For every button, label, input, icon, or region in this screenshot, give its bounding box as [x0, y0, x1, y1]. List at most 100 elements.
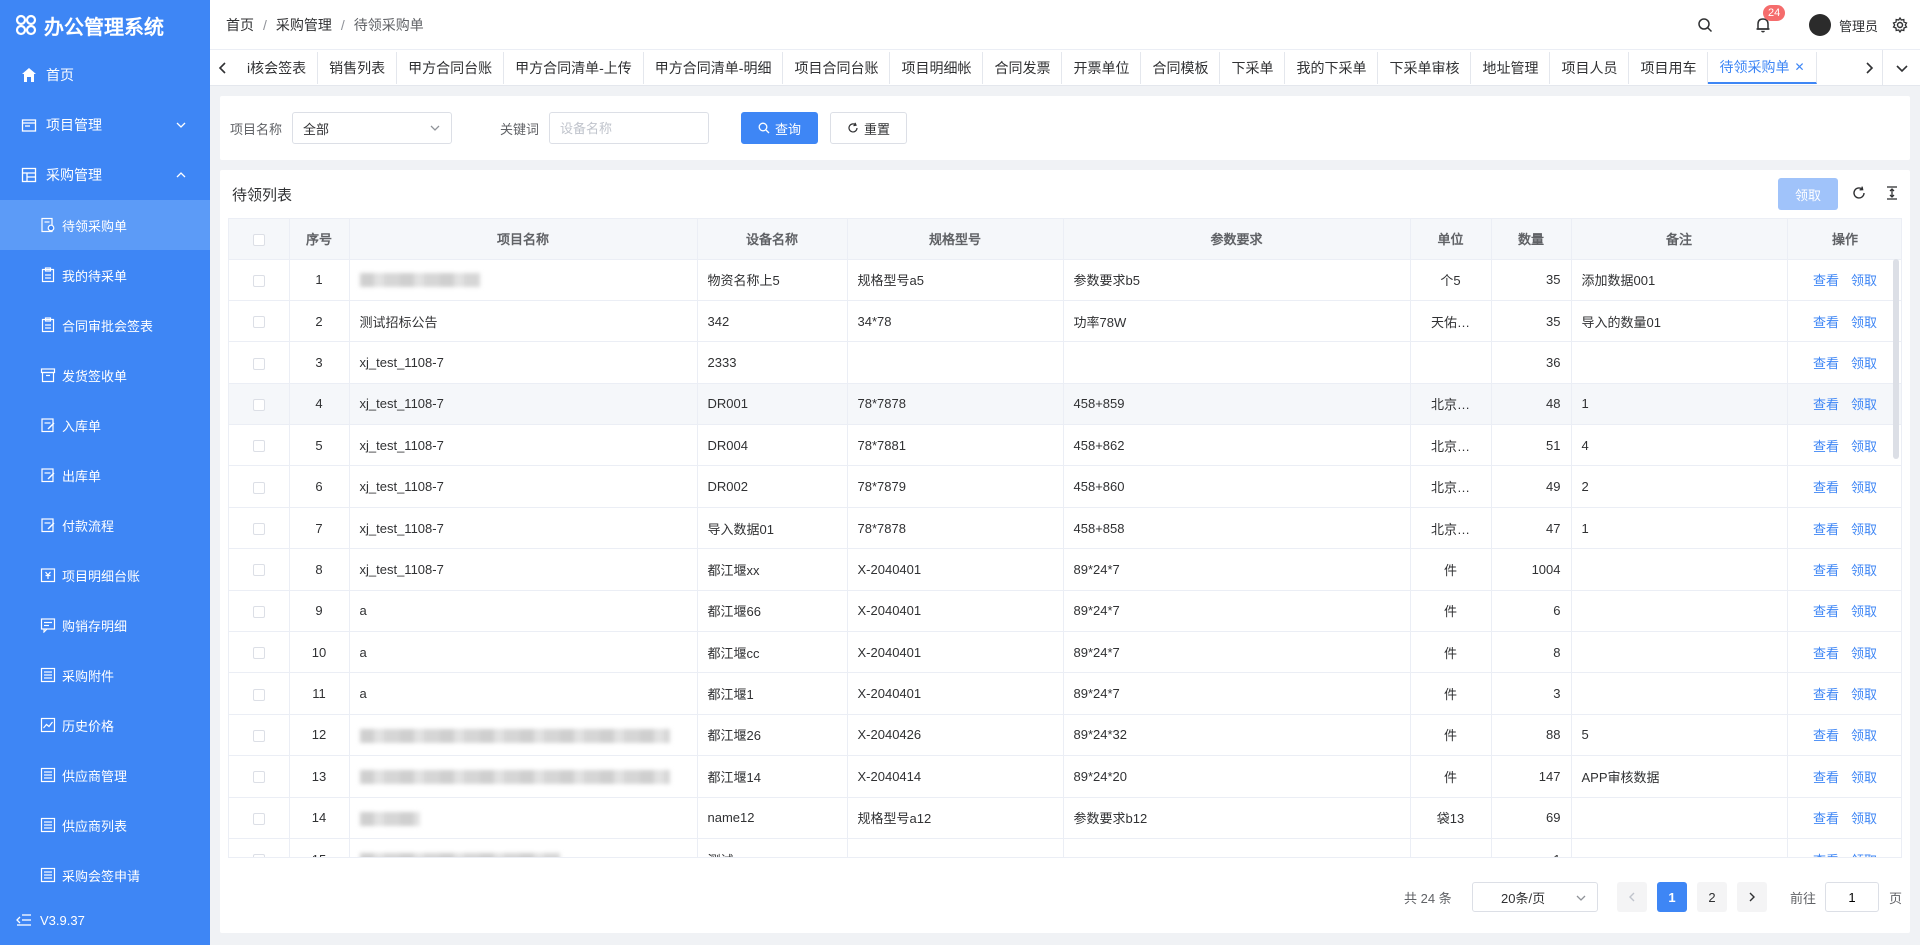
tab-item[interactable]: i核会签表	[236, 51, 319, 84]
tab-item[interactable]: 销售列表	[318, 51, 398, 84]
page-size-select[interactable]: 20条/页	[1472, 882, 1598, 912]
close-icon[interactable]: ✕	[1794, 60, 1804, 74]
tab-item[interactable]: 项目合同台账	[783, 51, 891, 84]
view-link[interactable]: 查看	[1813, 687, 1839, 702]
view-link[interactable]: 查看	[1813, 853, 1839, 857]
claim-link[interactable]: 领取	[1851, 356, 1877, 371]
sidebar-subitem[interactable]: 我的待采单	[0, 250, 210, 300]
tab-item[interactable]: 甲方合同台账	[397, 51, 505, 84]
claim-link[interactable]: 领取	[1851, 397, 1877, 412]
row-checkbox[interactable]	[252, 812, 265, 825]
table-row[interactable]: 4 xj_test_1108-7 DR001 78*7878 458+859 北京… 48 1…	[229, 383, 1901, 426]
view-link[interactable]: 查看	[1813, 397, 1839, 412]
tab-item[interactable]: 项目人员	[1550, 51, 1630, 84]
sidebar-subitem[interactable]: 供应商管理	[0, 750, 210, 800]
table-row[interactable]: 1 物资名称上5 规格型号a5 参数要求b5 个5 35 添加数据001 查看 领取	[229, 259, 1901, 301]
sidebar-subitem[interactable]: 购销存明细	[0, 600, 210, 650]
column-height-icon[interactable]	[1886, 186, 1902, 202]
search-button[interactable]: 查询	[741, 112, 819, 144]
tab-item[interactable]: 下采单	[1220, 51, 1286, 84]
sidebar-item-home[interactable]: 首页	[0, 50, 210, 100]
sidebar-collapse-toggle[interactable]: V3.9.37	[0, 895, 210, 945]
table-row[interactable]: 2 测试招标公告 342 34*78 功率78W 天佑… 35 导入的数量01 查看 领取	[229, 300, 1901, 343]
sidebar-subitem[interactable]: 入库单	[0, 400, 210, 450]
tab-item[interactable]: 甲方合同清单-上传	[504, 51, 644, 84]
claim-link[interactable]: 领取	[1851, 646, 1877, 661]
claim-link[interactable]: 领取	[1851, 604, 1877, 619]
claim-link[interactable]: 领取	[1851, 728, 1877, 743]
claim-link[interactable]: 领取	[1851, 522, 1877, 537]
notification-bell[interactable]: 24	[1753, 5, 1786, 35]
row-select-cell[interactable]	[229, 755, 290, 798]
row-checkbox[interactable]	[252, 605, 265, 618]
search-icon[interactable]	[1695, 15, 1715, 35]
row-checkbox[interactable]	[252, 730, 265, 743]
view-link[interactable]: 查看	[1813, 480, 1839, 495]
sidebar-item-project-mgmt[interactable]: 项目管理	[0, 100, 210, 150]
table-row[interactable]: 5 xj_test_1108-7 DR004 78*7881 458+862 北京… 51 4…	[229, 424, 1901, 467]
claim-link[interactable]: 领取	[1851, 687, 1877, 702]
row-checkbox[interactable]	[252, 688, 265, 701]
sidebar-subitem[interactable]: 采购附件	[0, 650, 210, 700]
table-row[interactable]: 8 xj_test_1108-7 都江堰xx X-2040401 89*24*7 件 100…	[229, 548, 1901, 591]
view-link[interactable]: 查看	[1813, 728, 1839, 743]
goto-page-input[interactable]	[1825, 882, 1879, 912]
select-all-checkbox[interactable]	[252, 233, 265, 246]
row-checkbox[interactable]	[252, 440, 265, 453]
sidebar-subitem[interactable]: 合同审批会签表	[0, 300, 210, 350]
row-select-cell[interactable]	[229, 838, 290, 857]
tab-item[interactable]: 地址管理	[1471, 51, 1551, 84]
row-select-cell[interactable]	[229, 507, 290, 550]
tab-item[interactable]: 合同模板	[1141, 51, 1221, 84]
view-link[interactable]: 查看	[1813, 604, 1839, 619]
page-button[interactable]: 2	[1697, 882, 1727, 912]
table-row[interactable]: 12 都江堰26 X-2040426 89*24*32 件 88 5 查看 领取	[229, 714, 1901, 757]
app-logo[interactable]: 办公管理系统	[0, 0, 210, 50]
table-scrollbar[interactable]	[1893, 259, 1899, 459]
avatar[interactable]	[1808, 14, 1831, 36]
tabs-dropdown[interactable]	[1882, 49, 1920, 86]
view-link[interactable]: 查看	[1813, 811, 1839, 826]
row-checkbox[interactable]	[252, 771, 265, 784]
claim-link[interactable]: 领取	[1851, 480, 1877, 495]
view-link[interactable]: 查看	[1813, 770, 1839, 785]
next-page-button[interactable]	[1737, 882, 1767, 912]
table-row[interactable]: 9 a 都江堰66 X-2040401 89*24*7 件 6 查看 领取	[229, 590, 1901, 633]
user-name[interactable]: 管理员	[1839, 16, 1878, 35]
project-select[interactable]: 全部	[292, 112, 453, 144]
tab-item[interactable]: 甲方合同清单-明细	[644, 51, 784, 84]
row-select-cell[interactable]	[229, 548, 290, 591]
row-checkbox[interactable]	[252, 316, 265, 329]
row-select-cell[interactable]	[229, 341, 290, 384]
view-link[interactable]: 查看	[1813, 646, 1839, 661]
select-all-cell[interactable]	[229, 219, 290, 260]
row-checkbox[interactable]	[252, 398, 265, 411]
view-link[interactable]: 查看	[1813, 273, 1839, 288]
row-select-cell[interactable]	[229, 672, 290, 715]
view-link[interactable]: 查看	[1813, 522, 1839, 537]
tabs-scroll-left[interactable]	[210, 50, 236, 86]
claim-link[interactable]: 领取	[1851, 853, 1877, 857]
table-row[interactable]: 10 a 都江堰cc X-2040401 89*24*7 件 8 查看 领取	[229, 631, 1901, 674]
keyword-input[interactable]	[549, 112, 710, 144]
breadcrumb-purchase[interactable]: 采购管理	[276, 15, 332, 35]
row-checkbox[interactable]	[252, 357, 265, 370]
sidebar-subitem[interactable]: 出库单	[0, 450, 210, 500]
sidebar-item-purchase-mgmt[interactable]: 采购管理	[0, 150, 210, 200]
table-row[interactable]: 13 都江堰14 X-2040414 89*24*20 件 147 APP审核数据 查看 领取	[229, 755, 1901, 798]
tab-item[interactable]: 待领采购单 ✕	[1708, 51, 1817, 84]
gear-icon[interactable]	[1890, 15, 1910, 35]
row-checkbox[interactable]	[252, 564, 265, 577]
sidebar-subitem[interactable]: 历史价格	[0, 700, 210, 750]
table-row[interactable]: 7 xj_test_1108-7 导入数据01 78*7878 458+858 北京… 47…	[229, 507, 1901, 550]
row-select-cell[interactable]	[229, 465, 290, 508]
view-link[interactable]: 查看	[1813, 439, 1839, 454]
prev-page-button[interactable]	[1617, 882, 1647, 912]
breadcrumb-home[interactable]: 首页	[226, 15, 254, 35]
row-select-cell[interactable]	[229, 797, 290, 839]
tab-item[interactable]: 合同发票	[983, 51, 1063, 84]
row-select-cell[interactable]	[229, 714, 290, 757]
sidebar-subitem[interactable]: 发货签收单	[0, 350, 210, 400]
sidebar-subitem[interactable]: 待领采购单	[0, 200, 210, 250]
claim-link[interactable]: 领取	[1851, 811, 1877, 826]
